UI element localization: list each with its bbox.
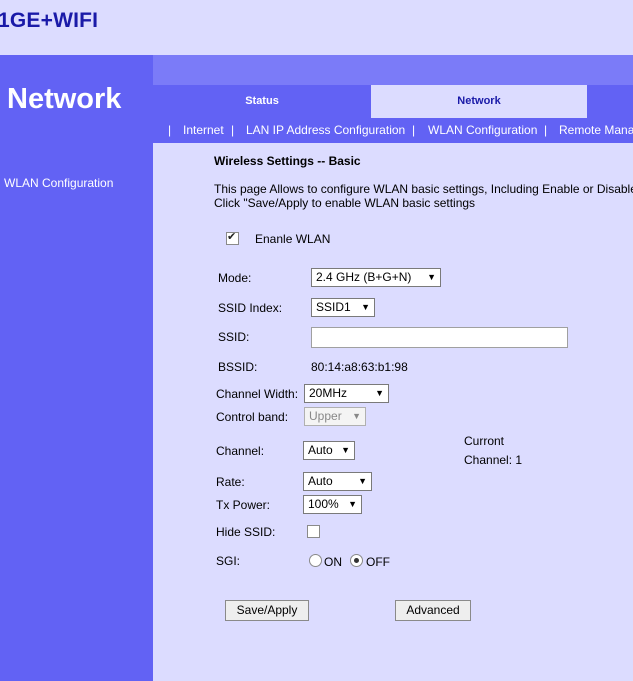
- enable-wlan-label: Enanle WLAN: [255, 232, 331, 246]
- ssid-index-label: SSID Index:: [218, 301, 283, 315]
- sidebar-item-wlan-configuration[interactable]: WLAN Configuration: [4, 176, 113, 190]
- chevron-down-icon: ▼: [427, 272, 436, 282]
- subnav-separator: |: [231, 123, 235, 137]
- control-band-select: Upper ▼: [304, 407, 366, 426]
- subnav-link-lan-ip[interactable]: LAN IP Address Configuration: [246, 123, 405, 137]
- current-channel-label: Curront: [464, 434, 505, 448]
- tx-power-select-value: 100%: [308, 497, 339, 511]
- mode-select-value: 2.4 GHz (B+G+N): [316, 270, 412, 284]
- ssid-index-select[interactable]: SSID1 ▼: [311, 298, 375, 317]
- chevron-down-icon: ▼: [375, 388, 384, 398]
- subnav-separator: |: [412, 123, 416, 137]
- subnav-link-remote[interactable]: Remote Mana: [559, 123, 633, 137]
- subnav-link-internet[interactable]: Internet: [183, 123, 224, 137]
- channel-width-select-value: 20MHz: [309, 386, 348, 400]
- channel-width-select[interactable]: 20MHz ▼: [304, 384, 389, 403]
- channel-width-label: Channel Width:: [216, 387, 299, 401]
- description-line-2: Click "Save/Apply to enable WLAN basic s…: [214, 196, 476, 210]
- header-band: [153, 55, 633, 85]
- subnav-link-wlan[interactable]: WLAN Configuration: [428, 123, 537, 137]
- ssid-input[interactable]: [311, 327, 568, 348]
- chevron-down-icon: ▼: [361, 302, 370, 312]
- rate-label: Rate:: [216, 475, 245, 489]
- sgi-off-radio[interactable]: [350, 554, 363, 567]
- advanced-button[interactable]: Advanced: [395, 600, 471, 621]
- rate-select[interactable]: Auto ▼: [303, 472, 372, 491]
- subnav-separator: |: [168, 123, 172, 137]
- page-heading: Wireless Settings -- Basic: [214, 154, 361, 168]
- control-band-label: Control band:: [216, 410, 289, 424]
- ssid-label: SSID:: [218, 330, 250, 344]
- channel-label: Channel:: [216, 444, 265, 458]
- ssid-index-select-value: SSID1: [316, 300, 351, 314]
- chevron-down-icon: ▼: [341, 445, 350, 455]
- tab-network[interactable]: Network: [371, 85, 587, 118]
- tab-more[interactable]: [587, 85, 633, 118]
- rate-select-value: Auto: [308, 474, 333, 488]
- sgi-label: SGI:: [216, 554, 241, 568]
- mode-select[interactable]: 2.4 GHz (B+G+N) ▼: [311, 268, 441, 287]
- sgi-off-label: OFF: [366, 555, 390, 569]
- tx-power-select[interactable]: 100% ▼: [303, 495, 362, 514]
- control-band-select-value: Upper: [309, 409, 342, 423]
- bssid-value: 80:14:a8:63:b1:98: [311, 360, 408, 374]
- sgi-on-label: ON: [324, 555, 342, 569]
- chevron-down-icon: ▼: [348, 499, 357, 509]
- enable-wlan-checkbox[interactable]: [226, 230, 239, 245]
- tx-power-label: Tx Power:: [216, 498, 271, 512]
- channel-select[interactable]: Auto ▼: [303, 441, 355, 460]
- description-line-1: This page Allows to configure WLAN basic…: [214, 182, 633, 196]
- sidebar-title: Network: [7, 83, 122, 115]
- current-channel-value: Channel: 1: [464, 453, 523, 467]
- save-apply-button[interactable]: Save/Apply: [225, 600, 309, 621]
- subnav-bar: | Internet | LAN IP Address Configuratio…: [153, 118, 633, 143]
- sgi-on-radio[interactable]: [309, 554, 322, 567]
- channel-select-value: Auto: [308, 443, 333, 457]
- hide-ssid-checkbox[interactable]: [307, 525, 320, 538]
- subnav-separator: |: [544, 123, 548, 137]
- tab-status[interactable]: Status: [153, 85, 371, 118]
- bssid-label: BSSID:: [218, 360, 258, 374]
- hide-ssid-label: Hide SSID:: [216, 525, 276, 539]
- brand-title: 1GE+WIFI: [0, 9, 99, 32]
- chevron-down-icon: ▼: [358, 476, 367, 486]
- mode-label: Mode:: [218, 271, 252, 285]
- sidebar: [0, 55, 153, 681]
- chevron-down-icon: ▼: [352, 411, 361, 421]
